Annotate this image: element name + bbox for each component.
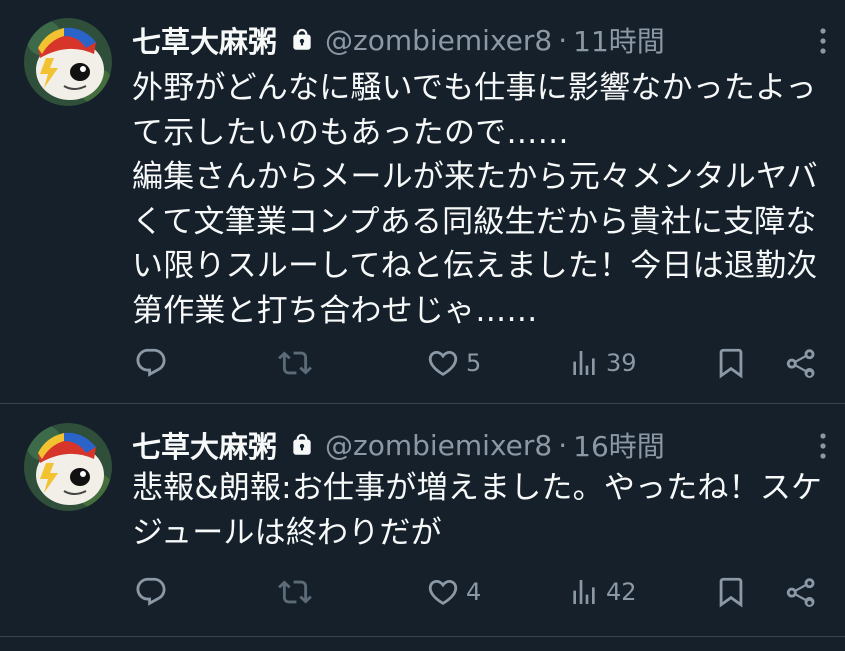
like-count: 4: [466, 578, 482, 606]
tweet[interactable]: 七草大麻粥 @zombiemixer8 · 16時間 悲報&朗報:お仕事が増えま…: [0, 405, 845, 637]
views-button[interactable]: 39: [568, 341, 637, 385]
views-count: 42: [606, 578, 637, 606]
share-button[interactable]: [784, 341, 818, 385]
separator: ·: [558, 428, 568, 462]
bookmark-button[interactable]: [714, 570, 748, 614]
tweet-text: 外野がどんなに騒いでも仕事に影響なかったよって示したいのもあったので…… 編集さ…: [132, 70, 818, 329]
views-icon: [568, 347, 600, 379]
display-name[interactable]: 七草大麻粥: [132, 19, 277, 61]
reply-button[interactable]: [134, 341, 168, 385]
bookmark-icon: [714, 575, 748, 609]
tweet-header: 七草大麻粥 @zombiemixer8 · 11時間: [132, 20, 665, 60]
retweet-icon: [278, 575, 312, 609]
display-name[interactable]: 七草大麻粥: [132, 424, 277, 466]
like-button[interactable]: 4: [426, 570, 481, 614]
reply-icon: [134, 346, 168, 380]
like-count: 5: [466, 349, 482, 377]
user-handle[interactable]: @zombiemixer8: [325, 24, 552, 57]
reply-button[interactable]: [134, 570, 168, 614]
user-handle[interactable]: @zombiemixer8: [325, 429, 552, 462]
bookmark-icon: [714, 346, 748, 380]
heart-icon: [426, 575, 460, 609]
share-icon: [784, 346, 818, 380]
action-bar: 4 42: [0, 570, 845, 614]
lock-icon: [289, 432, 315, 458]
tweet-text: 悲報&朗報:お仕事が増えました。やったね！スケジュールは終わりだが: [132, 470, 823, 551]
avatar[interactable]: [24, 18, 112, 106]
timestamp[interactable]: 16時間: [573, 425, 665, 465]
avatar[interactable]: [24, 423, 112, 511]
views-icon: [568, 576, 600, 608]
action-bar: 5 39: [0, 341, 845, 385]
retweet-button[interactable]: [278, 570, 312, 614]
more-icon[interactable]: [815, 431, 831, 461]
bookmark-button[interactable]: [714, 341, 748, 385]
separator: ·: [558, 23, 568, 57]
share-icon: [784, 575, 818, 609]
views-count: 39: [606, 349, 637, 377]
retweet-button[interactable]: [278, 341, 312, 385]
lock-icon: [289, 27, 315, 53]
tweet-header: 七草大麻粥 @zombiemixer8 · 16時間: [132, 425, 665, 465]
tweet[interactable]: 七草大麻粥 @zombiemixer8 · 11時間 外野がどんなに騒いでも仕事…: [0, 0, 845, 404]
timestamp[interactable]: 11時間: [573, 20, 665, 60]
views-button[interactable]: 42: [568, 570, 637, 614]
share-button[interactable]: [784, 570, 818, 614]
heart-icon: [426, 346, 460, 380]
retweet-icon: [278, 346, 312, 380]
more-icon[interactable]: [815, 26, 831, 56]
reply-icon: [134, 575, 168, 609]
like-button[interactable]: 5: [426, 341, 481, 385]
